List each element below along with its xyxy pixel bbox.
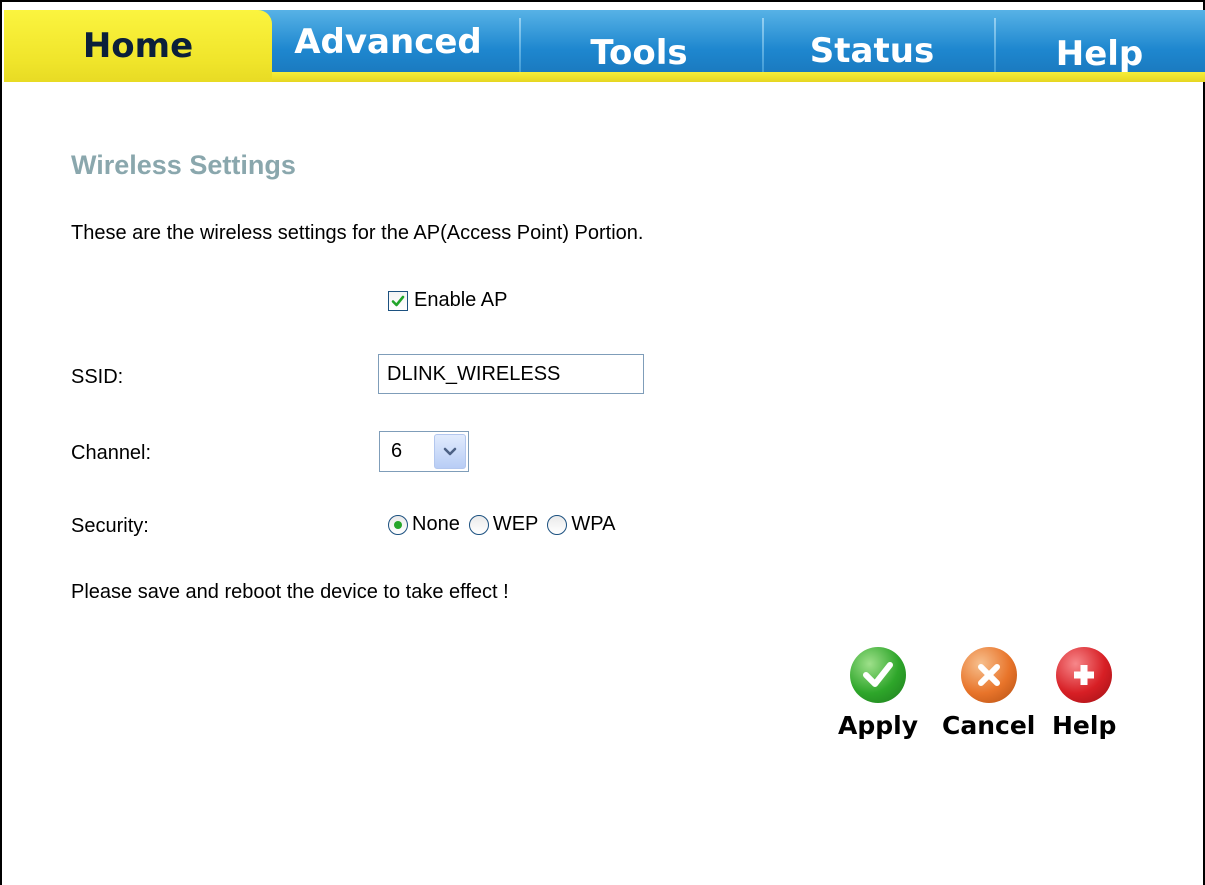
reboot-notice: Please save and reboot the device to tak…: [71, 581, 509, 603]
security-radio-group: None WEP WPA: [388, 513, 624, 536]
security-option-label: WEP: [492, 513, 539, 535]
enable-ap-checkbox[interactable]: [388, 290, 408, 311]
radio-selected-dot: [394, 520, 402, 529]
security-label: Security:: [71, 515, 149, 537]
tab-advanced-label: Advanced: [294, 22, 482, 62]
tab-help-label: Help: [1055, 34, 1144, 74]
tab-tools[interactable]: Tools: [519, 10, 759, 76]
tab-advanced[interactable]: Advanced: [272, 10, 504, 76]
security-option-label: None: [412, 513, 460, 535]
security-option-wep[interactable]: WEP: [468, 513, 539, 536]
tab-bar: Home Advanced Tools Status Help: [4, 10, 1205, 82]
apply-check-icon: [850, 647, 906, 703]
enable-ap-label: Enable AP: [414, 289, 508, 311]
help-button[interactable]: Help: [1052, 647, 1116, 740]
ssid-label: SSID:: [71, 366, 124, 388]
ssid-input[interactable]: [378, 354, 644, 394]
help-plus-icon: [1056, 647, 1113, 703]
security-option-wpa[interactable]: WPA: [547, 513, 615, 536]
channel-label: Channel:: [71, 442, 152, 464]
tab-home-label: Home: [82, 26, 194, 66]
checkmark-icon: [391, 295, 405, 306]
apply-label: Apply: [838, 711, 919, 740]
cancel-button[interactable]: Cancel: [942, 647, 1035, 740]
radio-button[interactable]: [388, 514, 408, 535]
page-frame: Home Advanced Tools Status Help Wireless…: [0, 0, 1205, 885]
apply-button[interactable]: Apply: [838, 647, 918, 740]
channel-value: 6: [391, 440, 403, 462]
radio-button[interactable]: [468, 514, 489, 535]
chevron-down-icon[interactable]: [434, 434, 466, 469]
radio-button[interactable]: [547, 514, 568, 535]
tab-home[interactable]: Home: [4, 10, 272, 82]
tab-tools-label: Tools: [590, 33, 688, 73]
intro-text: These are the wireless settings for the …: [71, 222, 644, 244]
security-option-label: WPA: [571, 513, 616, 535]
tab-help[interactable]: Help: [994, 10, 1205, 76]
help-label: Help: [1052, 711, 1117, 740]
cancel-label: Cancel: [942, 711, 1036, 740]
enable-ap-row[interactable]: Enable AP: [388, 289, 507, 312]
security-option-none[interactable]: None: [388, 513, 460, 536]
channel-select[interactable]: 6: [379, 431, 469, 472]
cancel-x-icon: [960, 647, 1017, 703]
tab-status-label: Status: [809, 31, 935, 71]
tab-status[interactable]: Status: [762, 10, 982, 76]
page-title: Wireless Settings: [71, 150, 296, 180]
